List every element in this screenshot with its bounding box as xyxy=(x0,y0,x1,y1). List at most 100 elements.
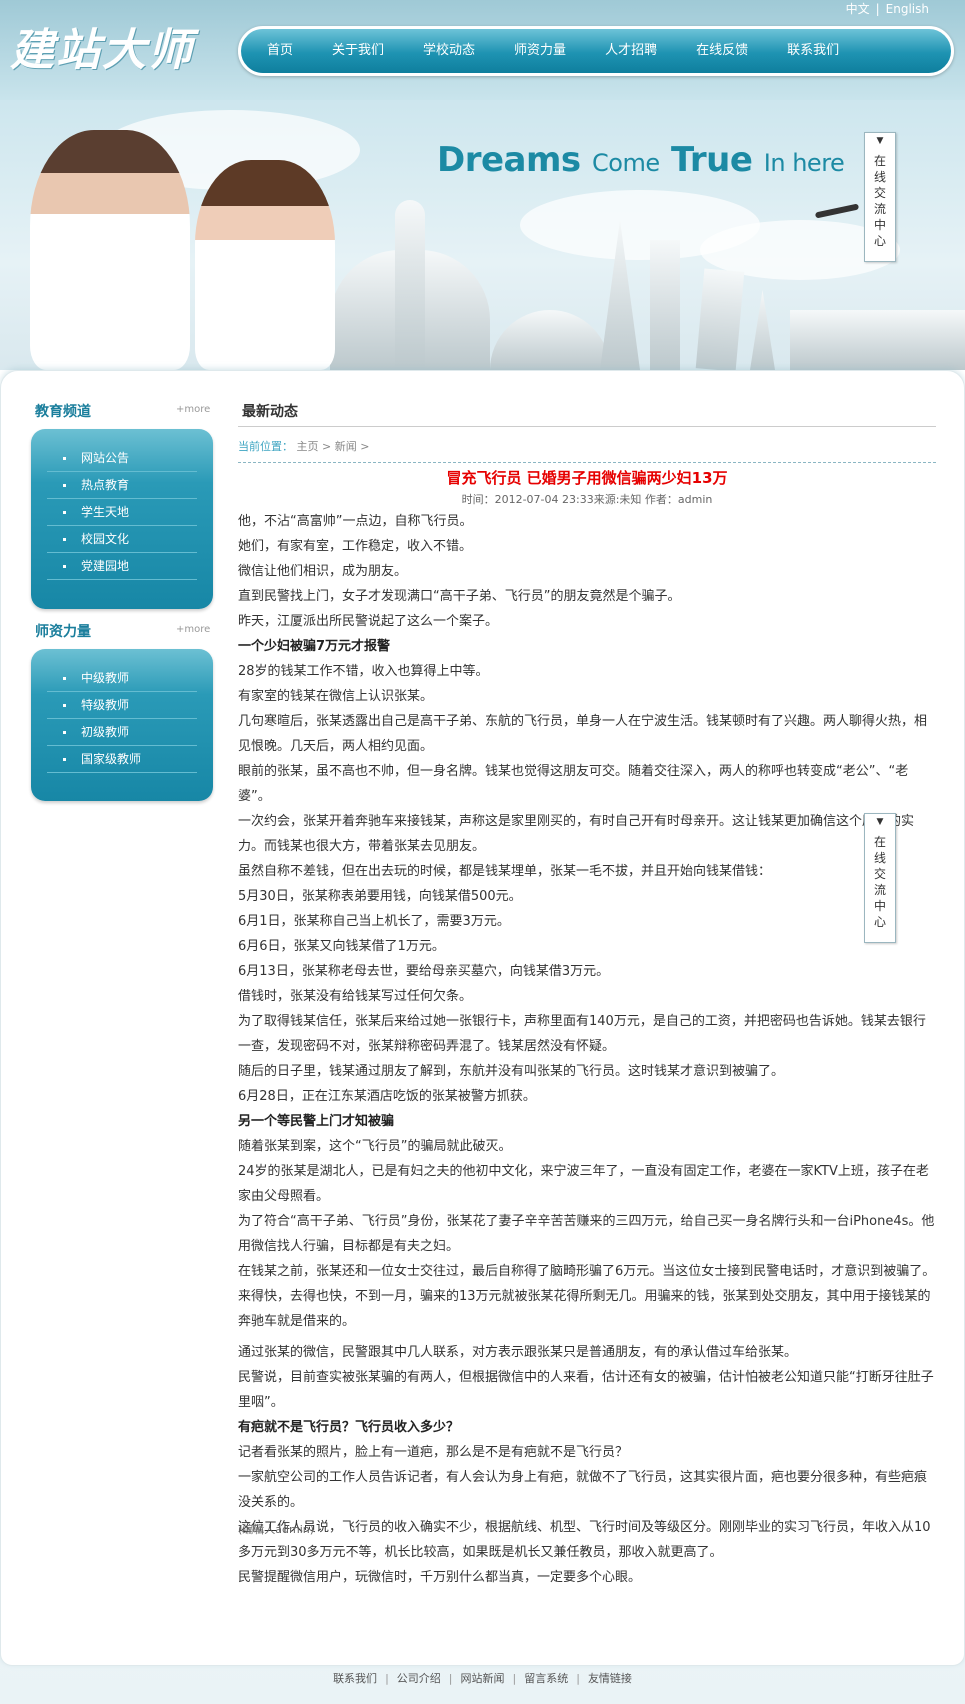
sidebar-item-intermediate-teacher[interactable]: 中级教师 xyxy=(47,665,197,692)
sidebar-item-hot-education[interactable]: 热点教育 xyxy=(47,472,197,499)
page: 建站大师 中文 | English 首页 关于我们 学校动态 师资力量 人才招聘 在… xyxy=(0,0,965,1704)
article-paragraph: 一家航空公司的工作人员告诉记者，有人会认为身上有疤，就做不了飞行员，这其实很片面… xyxy=(238,1470,928,1510)
divider xyxy=(238,426,936,427)
article-meta: 时间：2012-07-04 23:33来源:未知 作者：admin xyxy=(461,493,713,506)
sidebar-title-faculty: 师资力量 xyxy=(35,624,91,640)
article-subheading: 另一个等民警上门才知被骗 xyxy=(238,1114,395,1129)
woman-photo xyxy=(195,160,335,370)
more-link-faculty[interactable]: +more xyxy=(176,624,210,635)
dropdown-arrow-icon: ▼ xyxy=(876,136,884,146)
footer-link-news[interactable]: 网站新闻 xyxy=(461,1672,505,1685)
article-paragraph: 民警说，目前查实被张某骗的有两人，但根据微信中的人来看，估计还有女的被骗，估计怕… xyxy=(238,1370,934,1410)
slogan-dreams: Dreams xyxy=(437,140,581,180)
dropdown-arrow-icon: ▼ xyxy=(876,817,884,827)
tower-shape xyxy=(750,290,775,370)
footer: 联系我们 | 公司介绍 | 网站新闻 | 留言系统 | 友情链接 xyxy=(333,1672,632,1685)
article-paragraph: 几句寒暄后，张某透露出自己是高干子弟、东航的飞行员，单身一人在宁波生活。钱某顿时… xyxy=(238,714,928,754)
footer-link-guestbook[interactable]: 留言系统 xyxy=(524,1672,568,1685)
article-paragraph: 6月6日，张某又向钱某借了1万元。 xyxy=(238,939,445,954)
article-paragraph: 昨天，江厦派出所民警说起了这么一个案子。 xyxy=(238,614,499,629)
slogan-in-here: In here xyxy=(763,149,845,177)
sidebar-box-education: 网站公告 热点教育 学生天地 校园文化 党建园地 xyxy=(31,429,213,609)
article-paragraph: 他，不沾“高富帅”一点边，自称飞行员。 xyxy=(238,514,473,529)
breadcrumb-path[interactable]: 主页 > 新闻 > xyxy=(297,440,370,453)
online-service-float-top[interactable]: ▼ 在线交流中心 xyxy=(864,132,896,262)
slogan-come: Come xyxy=(592,149,660,177)
article-paragraph: 5月30日，张某称表弟要用钱，向钱某借500元。 xyxy=(238,889,522,904)
footer-link-company[interactable]: 公司介绍 xyxy=(397,1672,441,1685)
nav-item-feedback[interactable]: 在线反馈 xyxy=(696,29,748,73)
city-skyline xyxy=(790,310,965,370)
content-title: 最新动态 xyxy=(242,404,298,420)
article-paragraph: 借钱时，张某没有给钱某写过任何欠条。 xyxy=(238,989,473,1004)
leaning-tower xyxy=(695,268,745,370)
article-subheading: 有疤就不是飞行员？飞行员收入多少？ xyxy=(238,1420,460,1435)
sidebar-item-national-teacher[interactable]: 国家级教师 xyxy=(47,746,197,773)
main-container: 教育频道 +more 网站公告 热点教育 学生天地 校园文化 党建园地 师资力量… xyxy=(0,370,965,1666)
article-paragraph: 6月13日，张某称老母去世，要给母亲买墓穴，向钱某借3万元。 xyxy=(238,964,610,979)
airplane-icon xyxy=(814,203,860,219)
sidebar-item-announcement[interactable]: 网站公告 xyxy=(47,445,197,472)
slogan-true: True xyxy=(670,140,753,180)
divider xyxy=(238,462,936,463)
banner-slogan: Dreams Come True In here xyxy=(437,140,845,180)
nav-item-school-news[interactable]: 学校动态 xyxy=(423,29,475,73)
article-paragraph: 24岁的张某是湖北人，已是有妇之夫的他初中文化，来宁波三年了，一直没有固定工作，… xyxy=(238,1164,929,1204)
sidebar-item-junior-teacher[interactable]: 初级教师 xyxy=(47,719,197,746)
article-paragraph: 有家室的钱某在微信上认识张某。 xyxy=(238,689,434,704)
breadcrumb: 当前位置： 主页 > 新闻 > xyxy=(238,438,369,454)
article-paragraph: 随着张某到案，这个“飞行员”的骗局就此破灭。 xyxy=(238,1139,512,1154)
sidebar-item-special-teacher[interactable]: 特级教师 xyxy=(47,692,197,719)
article-paragraph: 通过张某的微信，民警跟其中几人联系，对方表示跟张某只是普通朋友，有的承认借过车给… xyxy=(238,1345,798,1360)
article-paragraph: 为了取得钱某信任，张某后来给过她一张银行卡，声称里面有140万元，是自己的工资，… xyxy=(238,1014,926,1054)
opera-house xyxy=(490,310,610,370)
article-paragraph: 在钱某之前，张某还和一位女士交往过，最后自称得了脑畸形骗了6万元。当这位女士接到… xyxy=(238,1264,936,1279)
sidebar-box-faculty: 中级教师 特级教师 初级教师 国家级教师 xyxy=(31,649,213,801)
article-paragraph: 这位工作人员说，飞行员的收入确实不少，根据航线、机型、飞行时间及等级区分。刚刚毕… xyxy=(238,1520,931,1560)
lang-english-link[interactable]: English xyxy=(886,2,929,16)
nav-item-contact[interactable]: 联系我们 xyxy=(787,29,839,73)
online-service-label: 在线交流中心 xyxy=(873,835,886,929)
footer-link-contact[interactable]: 联系我们 xyxy=(333,1672,377,1685)
site-logo[interactable]: 建站大师 xyxy=(10,14,194,78)
article-paragraph: 随后的日子里，钱某通过朋友了解到，东航并没有叫张某的飞行员。这时钱某才意识到被骗… xyxy=(238,1064,785,1079)
lang-chinese-link[interactable]: 中文 xyxy=(846,2,870,16)
article-paragraph: 眼前的张某，虽不高也不帅，但一身名牌。钱某也觉得这朋友可交。随着交往深入，两人的… xyxy=(238,764,909,804)
nav-item-recruit[interactable]: 人才招聘 xyxy=(605,29,657,73)
header: 建站大师 中文 | English 首页 关于我们 学校动态 师资力量 人才招聘 在… xyxy=(0,0,965,100)
article-subheading: 一个少妇被骗7万元才报警 xyxy=(238,639,391,654)
language-switch: 中文 | English xyxy=(845,2,929,16)
statue-of-liberty xyxy=(650,240,680,370)
article-paragraph: 记者看张某的照片，脸上有一道疤，那么是不是有疤就不是飞行员？ xyxy=(238,1445,629,1460)
article-paragraph: 虽然自称不差钱，但在出去玩的时候，都是钱某埋单，张某一毛不拔，并且开始向钱某借钱… xyxy=(238,864,772,879)
sidebar-title-education: 教育频道 xyxy=(35,404,91,420)
article-paragraph: 6月1日，张某称自己当上机长了，需要3万元。 xyxy=(238,914,510,929)
sidebar-item-campus-culture[interactable]: 校园文化 xyxy=(47,526,197,553)
article-paragraph: 28岁的钱某工作不错，收入也算得上中等。 xyxy=(238,664,489,679)
article-paragraph: 一次约会，张某开着奔驰车来接钱某，声称这是家里刚买的，有时自己开有时母亲开。这让… xyxy=(238,814,915,854)
article-editor: (编辑人admin) xyxy=(238,1523,315,1536)
capitol-dome xyxy=(395,200,425,370)
banner-image: Dreams Come True In here xyxy=(0,100,965,370)
sidebar-item-students[interactable]: 学生天地 xyxy=(47,499,197,526)
breadcrumb-label: 当前位置： xyxy=(238,440,293,453)
man-photo xyxy=(30,130,190,370)
nav-item-about[interactable]: 关于我们 xyxy=(332,29,384,73)
article-title: 冒充飞行员 已婚男子用微信骗两少妇13万 xyxy=(446,469,728,487)
sidebar-item-party[interactable]: 党建园地 xyxy=(47,553,197,580)
nav-item-home[interactable]: 首页 xyxy=(267,29,293,73)
footer-link-friends[interactable]: 友情链接 xyxy=(588,1672,632,1685)
article-paragraph: 为了符合“高干子弟、飞行员”身份，张某花了妻子辛辛苦苦赚来的三四万元，给自己买一… xyxy=(238,1214,935,1254)
online-service-float-middle[interactable]: ▼ 在线交流中心 xyxy=(864,813,896,943)
article-paragraph: 她们，有家有室，工作稳定，收入不错。 xyxy=(238,539,473,554)
nav-item-faculty[interactable]: 师资力量 xyxy=(514,29,566,73)
online-service-label: 在线交流中心 xyxy=(873,154,886,248)
article-paragraph: 直到民警找上门，女子才发现满口“高干子弟、飞行员”的朋友竟然是个骗子。 xyxy=(238,589,681,604)
article-body: 他，不沾“高富帅”一点边，自称飞行员。 她们，有家有室，工作稳定，收入不错。 微… xyxy=(238,509,936,1590)
article-paragraph: 来得快，去得也快，不到一月，骗来的13万元就被张某花得所剩无几。用骗来的钱，张某… xyxy=(238,1289,931,1329)
more-link-education[interactable]: +more xyxy=(176,404,210,415)
main-nav: 首页 关于我们 学校动态 师资力量 人才招聘 在线反馈 联系我们 xyxy=(238,26,954,76)
article-paragraph: 民警提醒微信用户，玩微信时，千万别什么都当真，一定要多个心眼。 xyxy=(238,1570,642,1585)
article-paragraph: 6月28日，正在江东某酒店吃饭的张某被警方抓获。 xyxy=(238,1089,536,1104)
article-paragraph: 微信让他们相识，成为朋友。 xyxy=(238,564,408,579)
